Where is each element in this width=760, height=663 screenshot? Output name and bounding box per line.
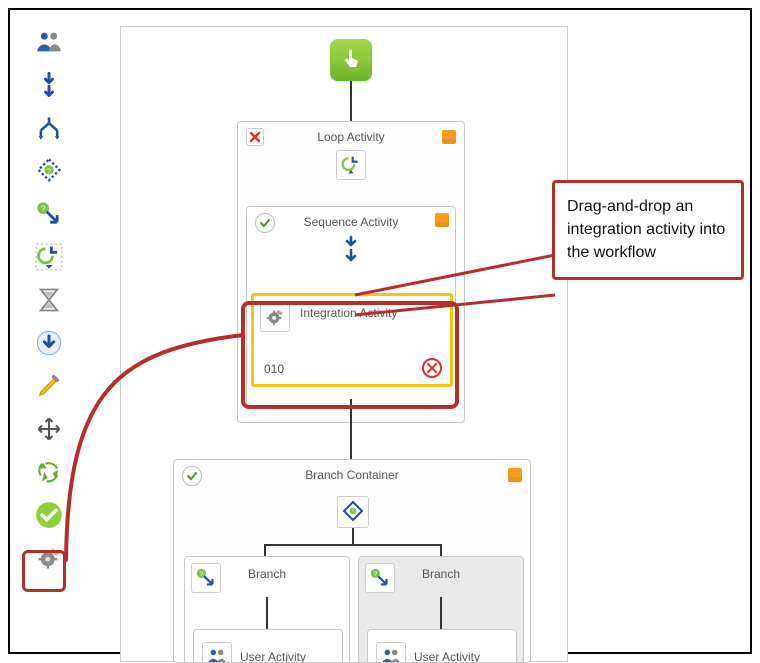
connector bbox=[440, 597, 442, 629]
palette-move[interactable] bbox=[31, 412, 67, 446]
delete-loop-button[interactable] bbox=[246, 128, 264, 146]
svg-text:?: ? bbox=[47, 168, 51, 175]
app-frame: ? ? bbox=[8, 8, 752, 654]
activity-palette: ? ? bbox=[25, 25, 73, 575]
decision-diamond-icon: ? bbox=[341, 500, 365, 524]
user-icon-tile bbox=[202, 642, 232, 663]
instruction-callout: Drag-and-drop an integration activity in… bbox=[552, 180, 744, 280]
close-icon bbox=[249, 131, 261, 143]
sequence-title: Sequence Activity bbox=[247, 207, 455, 229]
conditional-arrow-icon: ? bbox=[35, 200, 63, 228]
integration-title: Integration Activity bbox=[300, 306, 397, 320]
palette-sequence[interactable] bbox=[31, 68, 67, 102]
loop-title: Loop Activity bbox=[238, 122, 464, 144]
palette-decision[interactable]: ? bbox=[31, 154, 67, 188]
palette-timer[interactable] bbox=[31, 283, 67, 317]
loop-icon bbox=[341, 155, 361, 175]
loop-activity[interactable]: Loop Activity Sequence Activity bbox=[237, 121, 465, 423]
gear-icon bbox=[264, 306, 286, 328]
start-node[interactable] bbox=[330, 39, 372, 81]
branch-right[interactable]: ? Branch User Activity bbox=[358, 556, 524, 663]
branch-split-icon bbox=[35, 114, 63, 142]
branch-container-title: Branch Container bbox=[174, 460, 530, 482]
connector bbox=[350, 399, 352, 459]
branch-right-title: Branch bbox=[359, 567, 523, 581]
branch-container[interactable]: Branch Container ? ? Branch User Activit… bbox=[173, 459, 531, 663]
loop-icon bbox=[35, 243, 63, 271]
collapse-branch-button[interactable] bbox=[508, 468, 522, 482]
integration-code: 010 bbox=[264, 362, 284, 376]
decision-diamond-icon: ? bbox=[35, 157, 63, 185]
timer-icon bbox=[35, 286, 63, 314]
user-activity-right-label: User Activity bbox=[414, 650, 480, 663]
user-activity-left[interactable]: User Activity bbox=[193, 629, 343, 663]
branch-status bbox=[182, 466, 202, 486]
palette-recycle[interactable] bbox=[31, 455, 67, 489]
workflow-canvas[interactable]: Loop Activity Sequence Activity bbox=[120, 26, 568, 662]
branch-left[interactable]: ? Branch User Activity bbox=[184, 556, 350, 663]
edit-pencil-icon bbox=[35, 372, 63, 400]
connector bbox=[264, 544, 266, 556]
integration-icon-tile bbox=[260, 302, 290, 332]
check-icon bbox=[259, 217, 271, 229]
connector bbox=[350, 81, 352, 121]
users-icon bbox=[206, 646, 228, 663]
user-activity-right[interactable]: User Activity bbox=[367, 629, 517, 663]
integration-activity[interactable]: Integration Activity 010 bbox=[251, 293, 453, 387]
user-icon-tile bbox=[376, 642, 406, 663]
svg-text:?: ? bbox=[41, 205, 46, 214]
sequence-arrow-icon bbox=[35, 71, 63, 99]
callout-text: Drag-and-drop an integration activity in… bbox=[567, 198, 725, 261]
palette-user-activity[interactable] bbox=[31, 25, 67, 59]
connector bbox=[352, 528, 354, 544]
palette-down[interactable] bbox=[31, 326, 67, 360]
palette-branch[interactable] bbox=[31, 111, 67, 145]
sequence-activity[interactable]: Sequence Activity Integration Activity 0… bbox=[246, 206, 456, 406]
svg-text:?: ? bbox=[352, 510, 355, 516]
collapse-sequence-button[interactable] bbox=[435, 213, 449, 227]
decision-node[interactable]: ? bbox=[337, 496, 369, 528]
close-icon bbox=[427, 363, 437, 373]
connector bbox=[266, 597, 268, 629]
collapse-loop-button[interactable] bbox=[442, 130, 456, 144]
palette-edit[interactable] bbox=[31, 369, 67, 403]
move-icon bbox=[35, 415, 63, 443]
palette-conditional[interactable]: ? bbox=[31, 197, 67, 231]
recycle-icon bbox=[35, 458, 63, 486]
palette-loop[interactable] bbox=[31, 240, 67, 274]
sequence-status bbox=[255, 213, 275, 233]
loop-icon-tile bbox=[336, 150, 366, 180]
connector bbox=[440, 544, 442, 556]
check-icon bbox=[186, 470, 198, 482]
connector bbox=[264, 544, 442, 546]
users-icon bbox=[35, 28, 63, 56]
branch-left-title: Branch bbox=[185, 567, 349, 581]
sequence-flow-icon bbox=[340, 235, 362, 265]
tap-icon bbox=[339, 48, 363, 72]
down-arrow-icon bbox=[35, 329, 63, 357]
integration-gear-icon bbox=[35, 544, 63, 572]
palette-integration[interactable] bbox=[31, 541, 67, 575]
user-activity-left-label: User Activity bbox=[240, 650, 306, 663]
palette-confirm[interactable] bbox=[31, 498, 67, 532]
delete-integration-button[interactable] bbox=[422, 358, 442, 378]
confirm-check-icon bbox=[35, 501, 63, 529]
users-icon bbox=[380, 646, 402, 663]
